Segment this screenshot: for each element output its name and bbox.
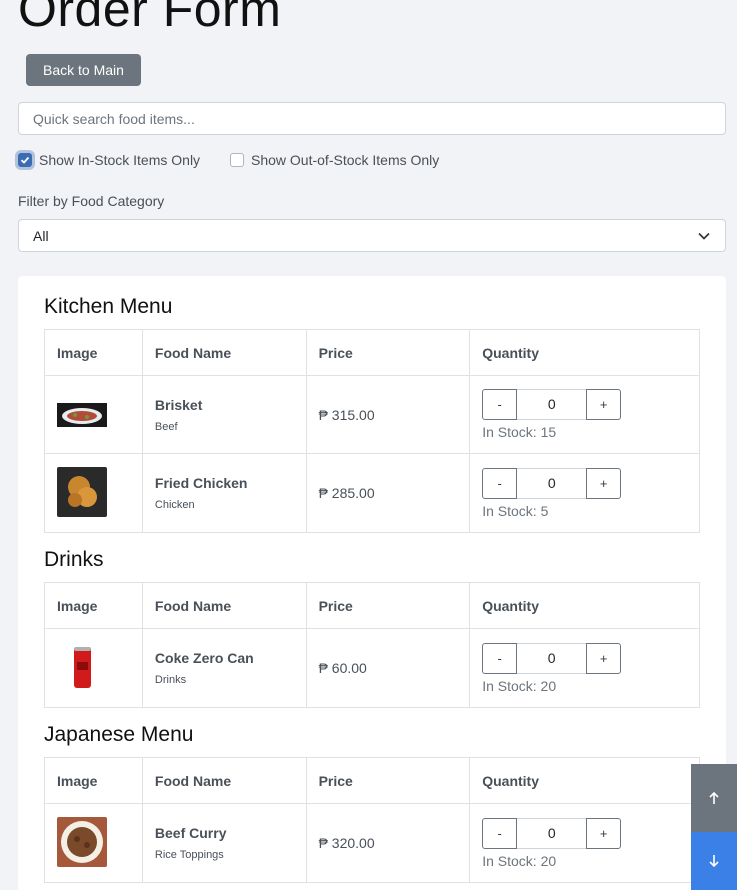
arrow-down-icon [709,855,719,868]
stock-count: In Stock: 5 [482,502,549,519]
quantity-stepper: - 0 + [482,642,687,674]
header-image: Image [44,757,143,804]
stock-count: In Stock: 15 [482,424,557,440]
section-title: Japanese Menu [44,723,194,746]
menu-table: Image Food Name Price Quantity Beef Curr… [44,757,700,883]
page-title: Order Form [18,0,282,37]
stock-count: In Stock: 20 [482,852,557,869]
table-row: Fried Chicken Chicken ₱ 285.00 - 0 + In … [44,453,700,533]
scroll-to-bottom-button[interactable] [691,832,737,890]
quantity-input[interactable]: 0 [517,817,587,849]
menu-table: Image Food Name Price Quantity Brisket B… [44,329,700,533]
in-stock-label: Show In-Stock Items Only [39,152,201,168]
food-category: Rice Toppings [154,849,224,861]
table-row: Coke Zero Can Drinks ₱ 60.00 - 0 + In St… [44,628,700,708]
check-icon [20,156,30,164]
brisket-photo [57,403,107,427]
out-stock-label: Show Out-of-Stock Items Only [251,152,440,168]
increment-button[interactable]: + [586,642,622,674]
food-price: ₱ 285.00 [318,485,375,501]
increment-button[interactable]: + [586,389,622,420]
increment-button[interactable]: + [586,467,622,499]
header-quantity: Quantity [469,329,700,376]
food-price: ₱ 315.00 [318,406,375,423]
back-to-main-button[interactable]: Back to Main [26,54,141,86]
category-filter-label: Filter by Food Category [18,193,165,209]
decrement-button[interactable]: - [482,389,518,420]
table-header-row: Image Food Name Price Quantity [44,582,700,629]
food-name: Beef Curry [154,825,227,841]
category-select-value: All [33,227,49,244]
header-quantity: Quantity [469,757,700,804]
table-header-row: Image Food Name Price Quantity [44,757,700,804]
header-price: Price [305,757,471,804]
table-header-row: Image Food Name Price Quantity [44,329,700,376]
stock-count: In Stock: 20 [482,677,557,694]
header-quantity: Quantity [469,582,700,629]
table-row: Beef Curry Rice Toppings ₱ 320.00 - 0 + … [44,803,700,883]
quantity-input[interactable]: 0 [517,389,587,420]
scroll-to-top-button[interactable] [691,764,737,832]
category-select[interactable]: All [18,219,726,252]
food-category: Drinks [154,674,187,686]
quantity-stepper: - 0 + [482,389,687,420]
table-row: Brisket Beef ₱ 315.00 - 0 + In Stock: 15 [44,375,700,454]
beef-curry-photo [57,816,107,867]
quantity-input[interactable]: 0 [517,642,587,674]
increment-button[interactable]: + [586,817,622,849]
food-name: Coke Zero Can [154,650,254,666]
header-name: Food Name [141,329,307,376]
header-price: Price [305,329,471,376]
decrement-button[interactable]: - [482,467,518,499]
menu-table: Image Food Name Price Quantity Coke Zero… [44,582,700,708]
out-stock-filter[interactable]: Show Out-of-Stock Items Only [230,152,439,168]
section-title: Kitchen Menu [44,295,173,318]
quantity-input[interactable]: 0 [517,467,587,499]
coke-can-photo [57,641,107,692]
food-name: Brisket [154,396,203,413]
in-stock-checkbox[interactable] [18,153,32,167]
quantity-stepper: - 0 + [482,467,687,499]
food-price: ₱ 60.00 [318,660,367,676]
food-name: Fried Chicken [154,475,248,491]
header-image: Image [44,582,143,629]
header-name: Food Name [141,757,307,804]
fried-chicken-photo [57,466,107,517]
decrement-button[interactable]: - [482,817,518,849]
chevron-down-icon [698,232,710,240]
search-input[interactable] [18,102,726,135]
food-price: ₱ 320.00 [318,835,375,851]
header-price: Price [305,582,471,629]
in-stock-filter[interactable]: Show In-Stock Items Only [18,152,200,168]
quantity-stepper: - 0 + [482,817,687,849]
header-name: Food Name [141,582,307,629]
arrow-up-icon [709,791,719,804]
food-category: Beef [154,420,178,433]
decrement-button[interactable]: - [482,642,518,674]
section-title: Drinks [44,548,104,571]
header-image: Image [44,329,143,376]
out-stock-checkbox[interactable] [230,153,244,167]
food-category: Chicken [154,499,195,511]
